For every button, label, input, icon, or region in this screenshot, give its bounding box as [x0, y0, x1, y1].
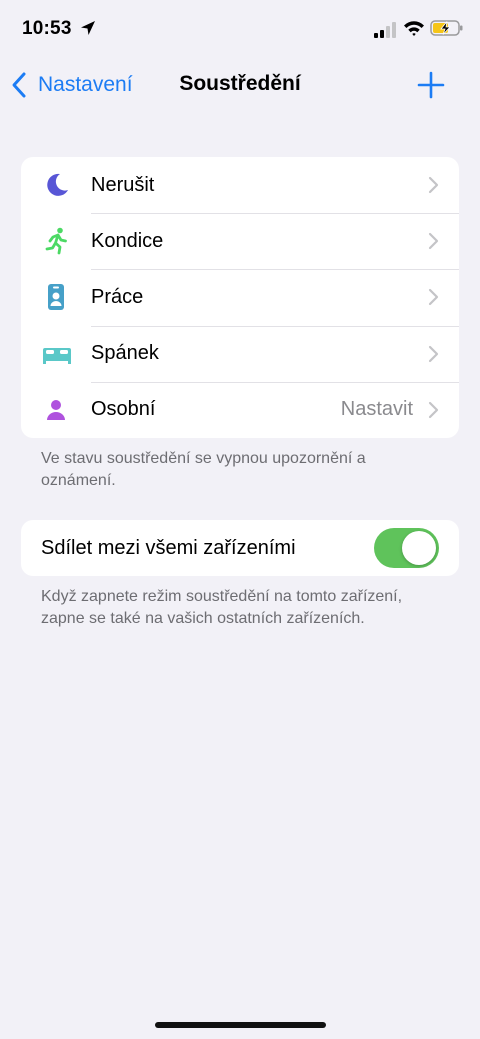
- status-bar: 10:53: [0, 0, 480, 60]
- chevron-right-icon: [428, 176, 439, 194]
- chevron-right-icon: [428, 401, 439, 418]
- person-icon: [47, 399, 65, 420]
- focus-row-prace[interactable]: Práce: [21, 269, 459, 325]
- focus-footnote: Ve stavu soustředění se vypnou upozorněn…: [41, 450, 366, 489]
- location-arrow-icon: [81, 21, 95, 35]
- focus-row-value: Nastavit: [340, 398, 413, 421]
- cellular-signal-icon: [374, 22, 396, 38]
- bed-icon: [43, 347, 71, 364]
- focus-row-label: Kondice: [91, 229, 164, 252]
- focus-row-nerusit[interactable]: Nerušit: [21, 157, 459, 213]
- focus-row-kondice[interactable]: Kondice: [21, 213, 459, 269]
- focus-row-label: Osobní: [91, 398, 156, 421]
- plus-icon[interactable]: [416, 70, 446, 100]
- share-devices-row: Sdílet mezi všemi zařízeními: [21, 520, 459, 576]
- share-devices-group: Sdílet mezi všemi zařízeními: [21, 520, 459, 576]
- wifi-icon: [404, 21, 424, 36]
- focus-row-spanek[interactable]: Spánek: [21, 325, 459, 382]
- share-devices-label: Sdílet mezi všemi zařízeními: [41, 536, 296, 559]
- chevron-right-icon: [428, 345, 439, 362]
- battery-charging-icon: [430, 20, 463, 36]
- moon-icon: [47, 173, 68, 196]
- toggle-knob: [402, 531, 436, 565]
- focus-row-osobni[interactable]: Osobní Nastavit: [21, 381, 459, 438]
- page-title: Soustředění: [179, 72, 301, 95]
- share-devices-toggle[interactable]: [374, 528, 439, 568]
- focus-modes-list: Nerušit Kondice Práce Spánek Osobní Nast…: [21, 157, 459, 438]
- focus-row-label: Práce: [91, 285, 144, 308]
- focus-row-label: Nerušit: [91, 173, 155, 196]
- chevron-right-icon: [428, 289, 439, 306]
- home-indicator[interactable]: [155, 1022, 326, 1028]
- status-time: 10:53: [22, 18, 72, 39]
- chevron-right-icon: [428, 233, 439, 250]
- navigation-bar: Nastavení Soustředění: [0, 60, 480, 110]
- share-footnote: Když zapnete režim soustředění na tomto …: [41, 588, 403, 627]
- focus-settings-screen: 10:53 Nastavení Soustředění Nerušit Kond…: [0, 0, 480, 1039]
- running-figure-icon: [45, 227, 67, 255]
- focus-row-label: Spánek: [91, 342, 159, 365]
- id-badge-icon: [48, 284, 64, 311]
